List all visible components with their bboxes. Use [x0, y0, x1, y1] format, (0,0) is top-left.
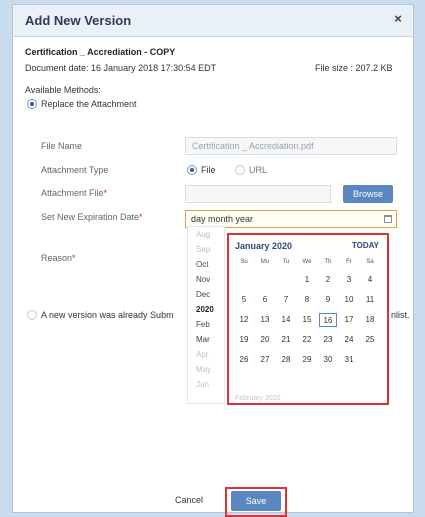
month-list: Aug Sep Oct Nov Dec 2020 Feb Mar Apr May… — [187, 226, 225, 404]
calendar-day[interactable]: 3 — [340, 273, 358, 287]
month-item[interactable]: Mar — [188, 332, 224, 347]
close-icon[interactable]: × — [391, 11, 405, 26]
calendar-day[interactable]: 26 — [235, 353, 253, 367]
calendar-day[interactable]: 27 — [256, 353, 274, 367]
calendar-icon[interactable] — [384, 215, 392, 223]
date-placeholder: day month year — [191, 214, 254, 224]
attachment-file-input[interactable] — [185, 185, 331, 203]
calendar-day[interactable]: 22 — [298, 333, 316, 347]
weekday-label: Sa — [366, 259, 374, 265]
type-url-radio[interactable] — [235, 165, 245, 175]
calendar-day[interactable]: 4 — [361, 273, 379, 287]
new-version-label: A new version was already Subm — [41, 310, 174, 320]
calendar-day[interactable]: 8 — [298, 293, 316, 307]
reason-label: Reason* — [41, 253, 76, 263]
next-month-label: February 2020 — [235, 395, 281, 402]
attachment-type-label: Attachment Type — [41, 165, 109, 175]
calendar-day[interactable]: 23 — [319, 333, 337, 347]
calendar-day[interactable]: 10 — [340, 293, 358, 307]
calendar-day[interactable]: 13 — [256, 313, 274, 327]
methods-label: Available Methods: — [25, 85, 101, 95]
file-name-input[interactable]: Certification _ Accrediation.pdf — [185, 137, 397, 155]
calendar-day[interactable]: 31 — [340, 353, 358, 367]
file-size: File size : 207.2 KB — [315, 63, 393, 73]
new-version-label-tail: nlist. — [391, 310, 410, 320]
month-item[interactable]: Aug — [188, 227, 224, 242]
replace-attachment-radio[interactable] — [27, 99, 37, 109]
month-item[interactable]: Apr — [188, 347, 224, 362]
calendar-day[interactable]: 11 — [361, 293, 379, 307]
month-item[interactable]: Jun — [188, 377, 224, 392]
calendar-day[interactable]: 15 — [298, 313, 316, 327]
file-name-label: File Name — [41, 141, 83, 151]
screen: Add New Version × Certification _ Accred… — [0, 0, 425, 517]
save-button[interactable]: Save — [231, 491, 281, 511]
add-version-dialog: Add New Version × Certification _ Accred… — [12, 4, 414, 517]
calendar-day[interactable]: 17 — [340, 313, 358, 327]
calendar-day[interactable]: 30 — [319, 353, 337, 367]
month-item[interactable]: Nov — [188, 272, 224, 287]
calendar-day[interactable]: 1 — [298, 273, 316, 287]
type-file-label: File — [201, 165, 216, 175]
calendar-day[interactable]: 9 — [319, 293, 337, 307]
calendar-day[interactable]: 21 — [277, 333, 295, 347]
calendar-day[interactable]: 28 — [277, 353, 295, 367]
weekday-label: Su — [240, 259, 248, 265]
calendar-day[interactable]: 24 — [340, 333, 358, 347]
calendar-month-title: January 2020 — [235, 241, 293, 251]
calendar-day[interactable]: 20 — [256, 333, 274, 347]
weekday-label: Fr — [346, 259, 352, 265]
calendar-day[interactable]: 14 — [277, 313, 295, 327]
month-item[interactable]: Feb — [188, 317, 224, 332]
month-item[interactable]: Oct — [188, 257, 224, 272]
calendar-day[interactable]: 18 — [361, 313, 379, 327]
document-date: Document date: 16 January 2018 17:30:54 … — [25, 63, 217, 73]
browse-button[interactable]: Browse — [343, 185, 393, 203]
month-item[interactable]: Sep — [188, 242, 224, 257]
calendar-popup: January 2020 TODAY February 2020 Su Mo Tu W… — [227, 233, 389, 405]
today-button[interactable]: TODAY — [352, 241, 379, 250]
calendar-day[interactable]: 19 — [235, 333, 253, 347]
calendar-day[interactable]: 12 — [235, 313, 253, 327]
calendar-day[interactable]: 16 — [319, 313, 337, 327]
cancel-button[interactable]: Cancel — [175, 495, 203, 505]
calendar-day[interactable]: 2 — [319, 273, 337, 287]
type-file-radio[interactable] — [187, 165, 197, 175]
month-item[interactable]: 2020 — [188, 302, 224, 317]
weekday-label: Tu — [282, 259, 290, 265]
dialog-title: Add New Version — [25, 13, 132, 28]
document-name: Certification _ Accrediation - COPY — [25, 47, 176, 57]
calendar-day[interactable]: 6 — [256, 293, 274, 307]
month-item[interactable]: Dec — [188, 287, 224, 302]
calendar-day[interactable]: 29 — [298, 353, 316, 367]
calendar-day[interactable]: 7 — [277, 293, 295, 307]
replace-attachment-label: Replace the Attachment — [41, 99, 137, 109]
calendar-day[interactable]: 25 — [361, 333, 379, 347]
attachment-file-label: Attachment File* — [41, 188, 108, 198]
calendar-day[interactable]: 5 — [235, 293, 253, 307]
type-url-label: URL — [249, 165, 268, 175]
month-item[interactable]: May — [188, 362, 224, 377]
expiration-label: Set New Expiration Date* — [41, 212, 143, 222]
weekday-label: Mo — [260, 259, 270, 265]
weekday-label: We — [302, 259, 312, 265]
new-version-radio[interactable] — [27, 310, 37, 320]
dialog-header: Add New Version × — [13, 5, 413, 37]
weekday-label: Th — [324, 259, 332, 265]
